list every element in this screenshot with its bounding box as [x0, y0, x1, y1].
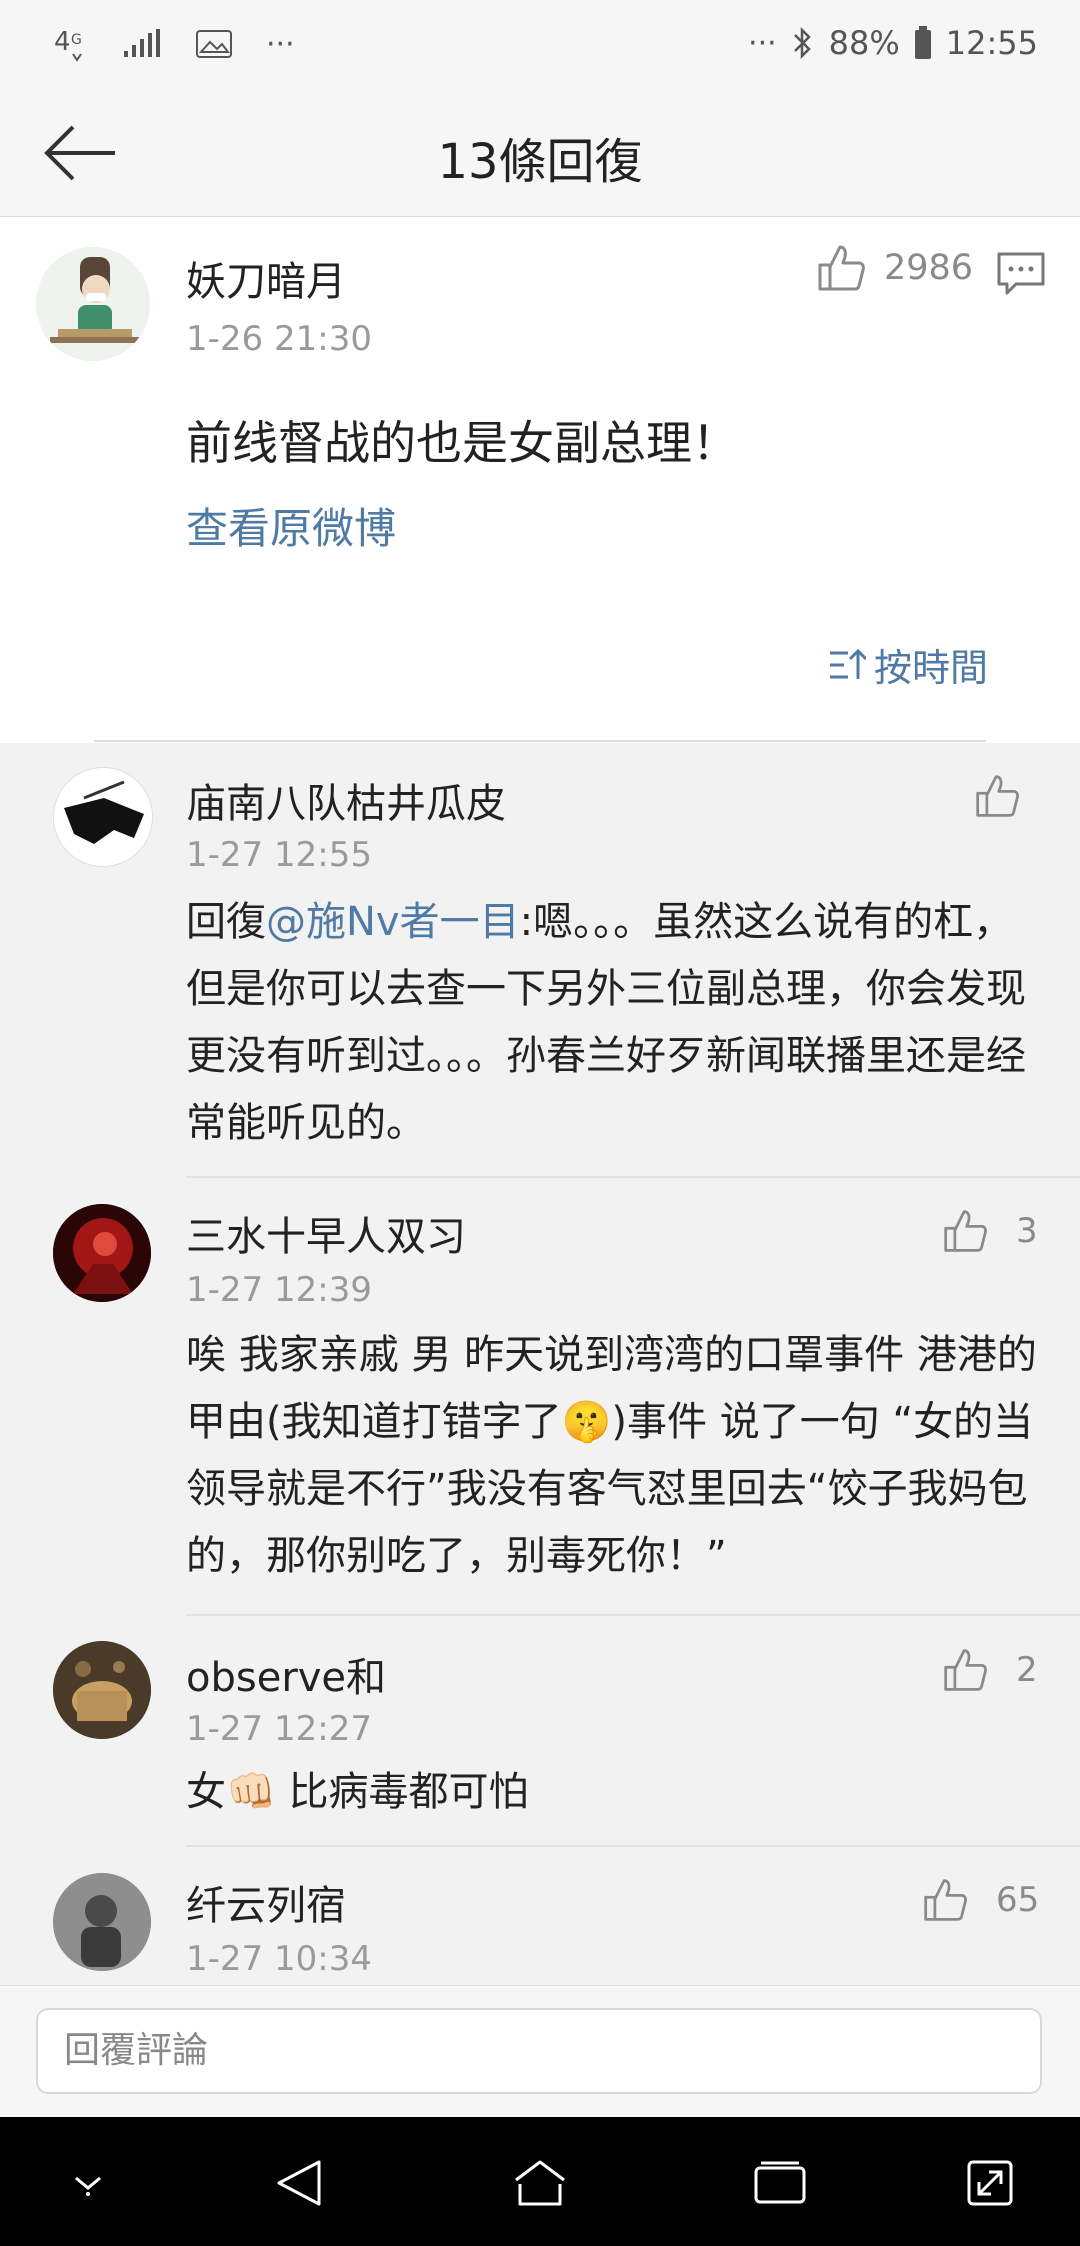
signal-icon [122, 29, 162, 59]
thumbs-up-icon [944, 1210, 987, 1252]
header: 13條回復 [0, 90, 1080, 217]
divider [186, 1845, 1080, 1847]
reply-item: observe和 1-27 12:27 2 女👊🏻 比病毒都可怕 [0, 1617, 1080, 1847]
comment-text: 女👊🏻 比病毒都可怕 [186, 1759, 1046, 1826]
recents-nav-button[interactable] [750, 2153, 810, 2213]
like-count: 3 [1016, 1211, 1038, 1251]
like-button[interactable]: 65 [922, 1877, 1039, 1923]
reply-bar: 回覆評論 [0, 1985, 1080, 2118]
like-button[interactable] [974, 773, 1020, 819]
reply-item: 庙南八队枯井瓜皮 1-27 12:55 回復@施Nv者一目:嗯。。。虽然这么说有… [0, 743, 1080, 1178]
avatar[interactable] [53, 767, 153, 867]
clock: 12:55 [945, 24, 1038, 62]
reply-item: 纤云列宿 1-27 10:34 65 [0, 1849, 1080, 1985]
comment-icon [997, 252, 1045, 295]
more-status-icon: ··· [748, 25, 777, 61]
home-nav-button[interactable] [510, 2153, 570, 2213]
reply-item: 三水十早人双习 1-27 12:39 3 唉 我家亲戚 男 昨天说到湾湾的口罩事… [0, 1180, 1080, 1616]
comment-text: 前线督战的也是女副总理！ [186, 416, 738, 470]
sort-label: 按時間 [873, 646, 988, 690]
status-bar: 4G ··· ··· 88% 12:55 [0, 0, 1080, 90]
username[interactable]: 妖刀暗月 [186, 249, 346, 307]
like-count: 2986 [884, 248, 974, 288]
timestamp: 1-27 12:39 [186, 1270, 372, 1310]
sort-icon [829, 648, 866, 679]
thumbs-up-icon [944, 1649, 987, 1691]
view-original-link[interactable]: 查看原微博 [186, 495, 396, 556]
comment-body: 比病毒都可怕 [275, 1769, 529, 1815]
divider [186, 1614, 1080, 1616]
svg-text:4: 4 [54, 27, 71, 57]
expand-icon [967, 2160, 1013, 2206]
like-button[interactable]: 2 [942, 1647, 1038, 1693]
battery-icon [914, 26, 932, 60]
avatar[interactable] [53, 1641, 151, 1739]
thumbs-up-icon [818, 245, 865, 291]
username[interactable]: observe和 [186, 1645, 386, 1703]
sort-by-time-button[interactable]: 按時間 [828, 637, 988, 692]
page-title: 13條回復 [437, 134, 643, 190]
recents-icon [754, 2161, 806, 2204]
thumbs-up-icon [976, 775, 1019, 817]
avatar[interactable] [53, 1873, 151, 1971]
timestamp: 1-26 21:30 [186, 319, 372, 359]
image-notification-icon [196, 30, 232, 58]
back-triangle-icon [277, 2160, 321, 2206]
thumbs-up-icon [924, 1879, 967, 1921]
username[interactable]: 纤云列宿 [186, 1873, 346, 1931]
svg-text:G: G [71, 32, 82, 48]
system-nav-bar [0, 2117, 1080, 2246]
fist-emoji: 👊🏻 [226, 1769, 276, 1815]
chevron-down-icon [75, 2176, 101, 2196]
more-notifications-icon: ··· [266, 26, 295, 62]
network-4g-icon: 4G [54, 24, 88, 64]
timestamp: 1-27 10:34 [186, 1939, 372, 1979]
timestamp: 1-27 12:27 [186, 1709, 372, 1749]
like-count: 2 [1016, 1650, 1038, 1690]
expand-nav-button[interactable] [960, 2153, 1020, 2213]
reply-prefix: 回復 [186, 899, 266, 945]
like-count: 65 [996, 1880, 1040, 1920]
hide-keyboard-button[interactable] [58, 2153, 118, 2213]
comment-text: 唉 我家亲戚 男 昨天说到湾湾的口罩事件 港港的甲由(我知道打错字了🤫)事件 说… [186, 1322, 1046, 1590]
main-comment-card: 妖刀暗月 1-26 21:30 2986 前线督战的也是女副总理！ 查看原微博 … [0, 217, 1080, 743]
like-button[interactable]: 3 [942, 1208, 1038, 1254]
avatar[interactable] [53, 1204, 151, 1302]
divider [186, 1176, 1080, 1178]
back-nav-button[interactable] [270, 2153, 330, 2213]
timestamp: 1-27 12:55 [186, 835, 372, 875]
username[interactable]: 三水十早人双习 [186, 1204, 466, 1262]
comment-body: 女 [186, 1769, 226, 1815]
reply-input[interactable]: 回覆評論 [36, 2008, 1042, 2094]
mention-link[interactable]: @施Nv者一目 [266, 899, 520, 945]
divider [94, 740, 986, 742]
comment-text: 回復@施Nv者一目:嗯。。。虽然这么说有的杠，但是你可以去查一下另外三位副总理，… [186, 889, 1046, 1157]
shush-emoji: 🤫 [561, 1399, 612, 1445]
username[interactable]: 庙南八队枯井瓜皮 [186, 771, 506, 829]
comment-button[interactable] [996, 251, 1046, 301]
battery-percent: 88% [828, 24, 900, 62]
home-icon [515, 2160, 565, 2206]
bluetooth-icon [791, 25, 815, 61]
like-button[interactable]: 2986 [816, 243, 973, 293]
avatar[interactable] [36, 247, 150, 361]
